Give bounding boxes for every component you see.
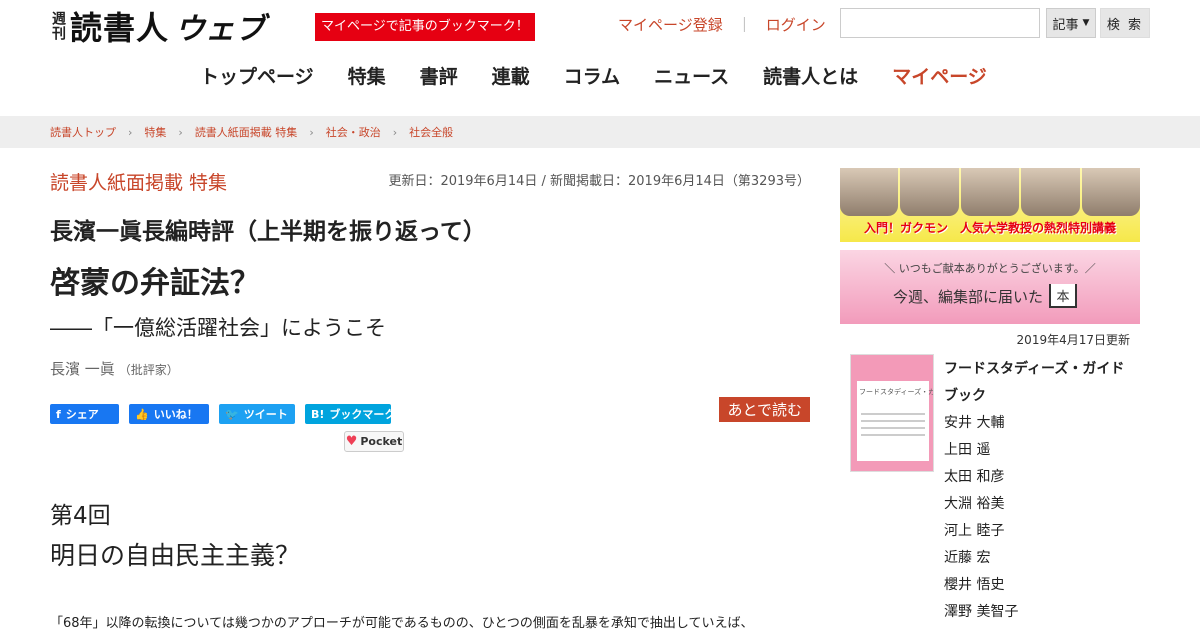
sidebar: 入門！ガクモン 人気大学教授の熱烈特別講義 ＼ いつもご献本ありがとうございます…: [840, 168, 1140, 620]
read-later-button[interactable]: あとで読む: [719, 397, 810, 422]
episode-number: 第4回: [50, 503, 111, 529]
nav-item-series[interactable]: 連載: [492, 62, 530, 89]
nav-item-top[interactable]: トップページ: [200, 62, 314, 89]
facebook-icon: f: [56, 407, 61, 421]
facebook-like-label: いいね！: [153, 408, 198, 421]
login-link[interactable]: ログイン: [766, 14, 826, 35]
book-author: 河上 睦子: [944, 523, 1005, 539]
twitter-share-label: ツイート: [243, 408, 288, 421]
gakumon-banner-text: 入門！ガクモン 人気大学教授の熱烈特別講義: [863, 221, 1116, 235]
link-separator: ｜: [736, 16, 752, 34]
article-subtitle: 長濱一眞長編時評（上半期を振り返って）: [50, 219, 486, 245]
author-role: （批評家）: [118, 363, 179, 377]
chevron-right-icon: ›: [392, 125, 398, 139]
pocket-icon: ♥: [345, 434, 358, 449]
cover-title: フードスタディーズ・ガイドブック: [859, 388, 933, 396]
breadcrumb-item[interactable]: 読書人紙面掲載 特集: [195, 124, 298, 140]
pocket-button[interactable]: ♥ Pocket: [344, 431, 404, 452]
nav-item-mypage[interactable]: マイページ: [892, 62, 987, 89]
gakumon-banner[interactable]: 入門！ガクモン 人気大学教授の熱烈特別講義: [840, 168, 1140, 242]
book-cover-image[interactable]: フードスタディーズ・ガイドブック: [850, 354, 934, 472]
received-books-thanks: ＼ いつもご献本ありがとうございます。／: [884, 262, 1096, 275]
professor-photo: [1021, 168, 1080, 216]
received-books-text: 今週、編集部に届いた: [893, 287, 1044, 306]
article-author: 長濱 一眞 （批評家）: [50, 358, 179, 379]
chevron-right-icon: ›: [128, 125, 133, 139]
book-title-link[interactable]: フードスタディーズ・ガイドブック: [944, 356, 1134, 410]
professor-photo: [840, 168, 899, 216]
received-books-banner[interactable]: ＼ いつもご献本ありがとうございます。／ 今週、編集部に届いた 本: [840, 250, 1140, 324]
nav-item-about[interactable]: 読書人とは: [763, 62, 858, 89]
global-nav: トップページ 特集 書評 連載 コラム ニュース 読書人とは マイページ: [200, 62, 987, 89]
search-category-select[interactable]: 記事 ▼: [1046, 8, 1096, 38]
chevron-right-icon: ›: [178, 125, 183, 139]
chevron-down-icon: ▼: [1082, 18, 1090, 28]
logo-web-text: ウェブ: [175, 12, 266, 47]
site-header: 週刊 読書人 ウェブ マイページで記事のブックマーク！ マイページ登録 ｜ ログ…: [0, 0, 1200, 116]
breadcrumb-item[interactable]: 社会・政治: [326, 124, 381, 140]
hatena-bookmark-button[interactable]: B! ブックマーク: [305, 404, 395, 424]
book-icon: 本: [1049, 284, 1078, 308]
breadcrumb: 読書人トップ › 特集 › 読書人紙面掲載 特集 › 社会・政治 › 社会全般: [0, 116, 1200, 148]
book-author: 澤野 美智子: [944, 604, 1019, 620]
book-author: 近藤 宏: [944, 550, 991, 566]
cover-text-lines: [861, 413, 925, 441]
mypage-register-link[interactable]: マイページ登録: [618, 14, 723, 35]
hatena-bookmark-label: ブックマーク: [329, 408, 396, 421]
author-name: 長濱 一眞: [50, 360, 115, 378]
book-author: 太田 和彦: [944, 469, 1005, 485]
nav-item-reviews[interactable]: 書評: [420, 62, 458, 89]
bookmark-promo-button[interactable]: マイページで記事のブックマーク！: [315, 13, 535, 41]
professor-photo: [1081, 168, 1140, 216]
article-tagline: ――「一億総活躍社会」にようこそ: [50, 316, 386, 340]
facebook-share-label: シェア: [65, 408, 99, 421]
article-section-link[interactable]: 読書人紙面掲載 特集: [50, 168, 227, 195]
thumbs-up-icon: 👍: [135, 407, 149, 421]
site-logo[interactable]: 週刊 読書人 ウェブ: [50, 6, 266, 47]
professor-photo: [960, 168, 1020, 216]
facebook-like-button[interactable]: 👍 いいね！: [129, 404, 209, 424]
search-category-value: 記事: [1052, 17, 1079, 33]
breadcrumb-item[interactable]: 読書人トップ: [50, 124, 116, 140]
twitter-share-button[interactable]: 🐦 ツイート: [219, 404, 295, 424]
nav-item-features[interactable]: 特集: [348, 62, 386, 89]
book-author: 櫻井 悟史: [944, 577, 1005, 593]
episode-title: 明日の自由民主主義？: [50, 541, 301, 570]
article-dates: 更新日：2019年6月14日 / 新聞掲載日：2019年6月14日（第3293号…: [388, 174, 810, 189]
facebook-share-button[interactable]: f シェア: [50, 404, 119, 424]
nav-item-news[interactable]: ニュース: [654, 62, 729, 89]
article-body: 「68年」以降の転換については幾つかのアプローチが可能であるものの、ひとつの側面…: [50, 616, 754, 631]
received-books-heading: 今週、編集部に届いた 本: [893, 284, 1078, 308]
book-authors: 安井 大輔 上田 遥 太田 和彦 大淵 裕美 河上 睦子 近藤 宏 櫻井 悟史 …: [944, 410, 1018, 626]
chevron-right-icon: ›: [309, 125, 314, 139]
professor-photos: [840, 168, 1140, 216]
sidebar-update-date: 2019年4月17日更新: [1016, 333, 1130, 347]
nav-item-columns[interactable]: コラム: [564, 62, 620, 89]
search-button[interactable]: 検 索: [1100, 8, 1150, 38]
search-input[interactable]: [840, 8, 1040, 38]
hatena-icon: B!: [311, 407, 325, 421]
professor-photo: [900, 168, 959, 216]
pocket-label: Pocket: [360, 435, 403, 448]
logo-small-text: 週刊: [50, 11, 66, 41]
twitter-bird-icon: 🐦: [225, 407, 239, 421]
book-author: 安井 大輔: [944, 415, 1005, 431]
breadcrumb-item[interactable]: 社会全般: [409, 124, 453, 140]
book-author: 上田 遥: [944, 442, 991, 458]
account-links: マイページ登録 ｜ ログイン: [618, 14, 826, 35]
breadcrumb-item[interactable]: 特集: [144, 124, 166, 140]
article-title: 啓蒙の弁証法？: [50, 266, 260, 301]
book-author: 大淵 裕美: [944, 496, 1005, 512]
logo-main-text: 読書人: [70, 9, 170, 47]
share-buttons: f シェア 👍 いいね！ 🐦 ツイート B! ブックマーク: [50, 404, 395, 424]
